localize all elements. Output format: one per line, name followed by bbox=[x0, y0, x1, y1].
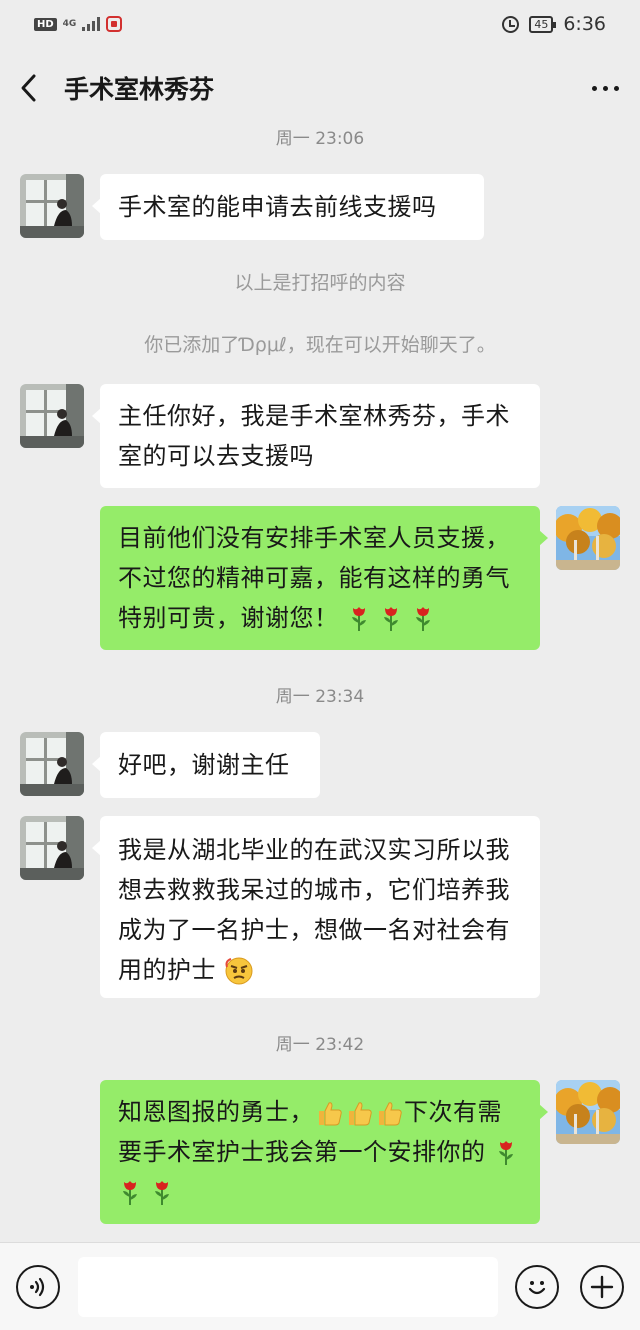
profile-photo bbox=[556, 1080, 620, 1144]
hd-badge: HD bbox=[34, 17, 57, 31]
plus-icon bbox=[590, 1275, 614, 1299]
back-button[interactable] bbox=[0, 48, 58, 128]
profile-photo bbox=[20, 816, 84, 880]
network-type: 4G bbox=[62, 18, 77, 29]
rose-emoji-icon bbox=[382, 606, 399, 632]
thumbs-up-emoji-icon bbox=[378, 1102, 402, 1126]
profile-photo bbox=[20, 174, 84, 238]
chat-title: 手术室林秀芬 bbox=[64, 75, 215, 104]
profile-photo bbox=[556, 506, 620, 570]
signal-icon bbox=[82, 17, 101, 31]
timestamp: 周一 23:42 bbox=[275, 1035, 365, 1055]
message-text: 知恩图报的勇士， bbox=[118, 1098, 314, 1126]
rose-emoji-icon bbox=[414, 606, 431, 632]
chat-header: 手术室林秀芬 bbox=[0, 48, 640, 128]
voice-icon bbox=[30, 1277, 45, 1297]
thumbs-up-emoji-icon bbox=[318, 1102, 342, 1126]
status-bar: HD 4G 45 6:36 bbox=[0, 0, 640, 48]
rose-emoji-icon bbox=[122, 1180, 138, 1206]
system-message: 你已添加了Ɗρμℓ，现在可以开始聊天了。 bbox=[144, 334, 496, 356]
more-dot bbox=[602, 85, 608, 91]
timestamp: 周一 23:34 bbox=[275, 687, 365, 707]
rose-emoji-icon bbox=[497, 1140, 514, 1166]
avatar-other[interactable] bbox=[20, 816, 84, 880]
alarm-icon bbox=[502, 15, 520, 33]
message-input[interactable] bbox=[78, 1257, 498, 1317]
thumbs-up-emoji-icon bbox=[348, 1102, 372, 1126]
message-bubble-sent[interactable]: 知恩图报的勇士， 下次有需要手术室护士我会第一个安排你的 bbox=[100, 1080, 548, 1224]
clock: 6:36 bbox=[563, 13, 606, 35]
rose-emoji-icon bbox=[154, 1180, 171, 1206]
status-bar-right: 45 6:36 bbox=[502, 13, 606, 35]
message-text: 手术室的能申请去前线支援吗 bbox=[118, 193, 437, 221]
avatar-self[interactable] bbox=[556, 1080, 620, 1144]
timestamp: 周一 23:06 bbox=[275, 129, 365, 149]
message-bubble-sent[interactable]: 目前他们没有安排手术室人员支援，不过您的精神可嘉，能有这样的勇气特别可贵，谢谢您… bbox=[100, 506, 548, 650]
more-functions-button[interactable] bbox=[580, 1265, 624, 1309]
more-options-button[interactable] bbox=[570, 48, 640, 128]
input-bar bbox=[0, 1242, 640, 1330]
system-message: 以上是打招呼的内容 bbox=[234, 272, 406, 294]
voice-input-button[interactable] bbox=[16, 1265, 60, 1309]
more-dot bbox=[613, 85, 619, 91]
message-bubble-received[interactable]: 我是从湖北毕业的在武汉实习所以我想去救救我呆过的城市，它们培养我成为了一名护士，… bbox=[92, 816, 540, 998]
message-bubble-received[interactable]: 好吧，谢谢主任 bbox=[92, 732, 320, 798]
rose-emoji-icon bbox=[350, 606, 367, 632]
message-bubble-received[interactable]: 主任你好，我是手术室林秀芬，手术室的可以去支援吗 bbox=[92, 384, 540, 488]
chevron-left-icon bbox=[21, 74, 36, 102]
message-text: 好吧，谢谢主任 bbox=[118, 751, 290, 779]
more-dots-icon bbox=[591, 85, 597, 91]
angry-face-emoji-icon bbox=[225, 957, 254, 985]
profile-photo bbox=[20, 732, 84, 796]
emoji-button[interactable] bbox=[515, 1265, 559, 1309]
message-text: 我是从湖北毕业的在武汉实习所以我想去救救我呆过的城市，它们培养我成为了一名护士，… bbox=[118, 836, 510, 984]
message-text: 主任你好，我是手术室林秀芬，手术室的可以去支援吗 bbox=[118, 402, 510, 470]
status-bar-left: HD 4G bbox=[34, 16, 123, 32]
avatar-other[interactable] bbox=[20, 732, 84, 796]
avatar-other[interactable] bbox=[20, 174, 84, 238]
avatar-self[interactable] bbox=[556, 506, 620, 570]
message-text: 目前他们没有安排手术室人员支援，不过您的精神可嘉，能有这样的勇气特别可贵，谢谢您… bbox=[118, 524, 510, 632]
profile-photo bbox=[20, 384, 84, 448]
smiley-face-icon bbox=[528, 1281, 546, 1295]
message-bubble-received[interactable]: 手术室的能申请去前线支援吗 bbox=[92, 174, 484, 240]
battery-icon: 45 bbox=[529, 15, 557, 33]
notification-app-icon bbox=[106, 16, 123, 32]
avatar-other[interactable] bbox=[20, 384, 84, 448]
